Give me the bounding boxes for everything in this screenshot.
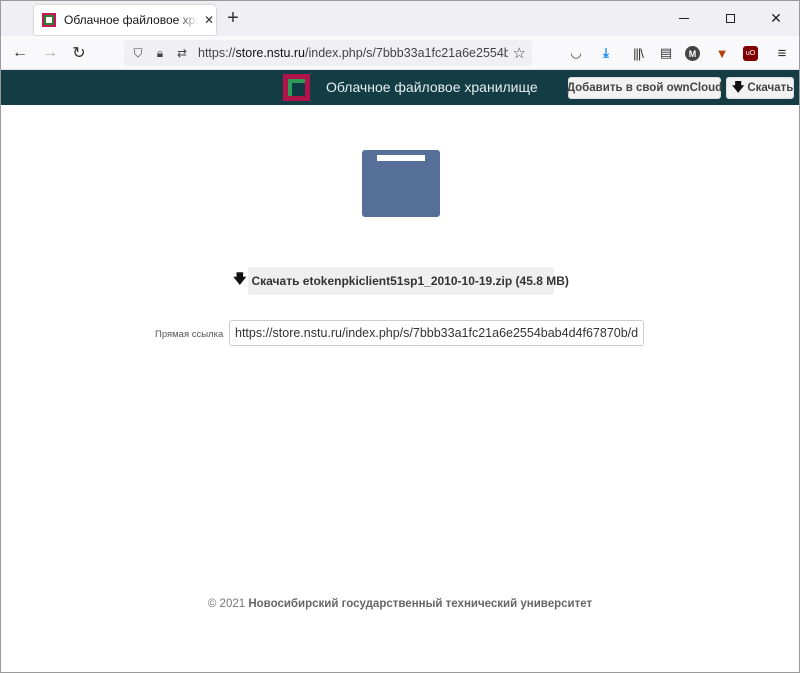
minimize-button[interactable] (661, 1, 707, 36)
url-scheme: https:// (198, 46, 236, 60)
pocket-icon[interactable]: ◡ (567, 44, 585, 62)
direct-link-label: Прямая ссылка (155, 329, 224, 340)
footer-org-link[interactable]: Новосибирский государственный технически… (248, 598, 592, 610)
menu-icon[interactable]: ≡ (773, 44, 791, 62)
folder-icon (362, 150, 440, 217)
forward-icon[interactable]: → (39, 42, 61, 64)
folder-slot (377, 155, 425, 161)
download-icon[interactable]: ⤓ (597, 44, 615, 62)
browser-window: Облачное файловое хранилище ✕ + ✕ ← → ↻ … (0, 0, 800, 673)
download-file-button[interactable]: 🡇 Скачать etokenpkiclient51sp1_2010-10-1… (233, 267, 569, 295)
site-title: Облачное файловое хранилище (326, 79, 538, 95)
add-to-owncloud-button[interactable]: Добавить в свой ownCloud (567, 77, 722, 99)
reader-icon[interactable]: ▤ (657, 44, 675, 62)
main-content: 🡇 Скачать etokenpkiclient51sp1_2010-10-1… (1, 105, 799, 672)
folder-body (362, 160, 440, 217)
url-path: /index.php/s/7bbb33a1fc21a6e2554bab4d (305, 46, 508, 60)
url-bar[interactable]: ⛉ 🔒︎ ⇄ https://store.nstu.ru/index.php/s… (124, 40, 532, 66)
maximize-icon (725, 14, 735, 23)
close-window-button[interactable]: ✕ (753, 1, 799, 36)
url-text[interactable]: https://store.nstu.ru/index.php/s/7bbb33… (198, 46, 508, 60)
library-icon[interactable]: |||\ (629, 44, 647, 62)
ublock-icon[interactable]: uO (743, 46, 758, 61)
tab-active[interactable]: Облачное файловое хранилище ✕ (34, 5, 216, 35)
site-favicon-icon (42, 13, 56, 27)
v-extension-icon[interactable]: ▼ (713, 44, 731, 62)
site-header: Облачное файловое хранилище Добавить в с… (1, 70, 799, 105)
tab-close-icon[interactable]: ✕ (202, 13, 216, 27)
permissions-icon[interactable]: ⇄ (174, 46, 190, 60)
m-extension-icon[interactable]: M (685, 46, 700, 61)
download-file-label: Скачать etokenpkiclient51sp1_2010-10-19.… (251, 274, 569, 288)
download-arrow-icon: 🡇 (732, 79, 745, 94)
footer-copyright: © 2021 (207, 598, 249, 610)
reload-icon[interactable]: ↻ (68, 42, 90, 64)
tab-title: Облачное файловое хранилище (64, 13, 198, 27)
back-icon[interactable]: ← (9, 42, 31, 64)
direct-link-input[interactable] (229, 320, 644, 346)
tab-strip: Облачное файловое хранилище ✕ + ✕ (1, 1, 799, 36)
download-arrow-icon: 🡇 (233, 271, 247, 286)
navigation-toolbar: ← → ↻ ⛉ 🔒︎ ⇄ https://store.nstu.ru/index… (1, 36, 799, 70)
header-download-button[interactable]: 🡇 Скачать (726, 77, 794, 99)
new-tab-icon[interactable]: + (223, 8, 243, 28)
nstu-logo[interactable] (283, 74, 310, 101)
url-host: store.nstu.ru (235, 46, 306, 60)
lock-icon[interactable]: 🔒︎ (152, 46, 168, 61)
footer: © 2021 Новосибирский государственный тех… (1, 598, 799, 610)
maximize-button[interactable] (707, 1, 753, 36)
minimize-icon (679, 18, 689, 19)
shield-icon[interactable]: ⛉ (130, 46, 146, 61)
star-icon[interactable]: ☆ (513, 44, 526, 62)
header-download-label: Скачать (747, 82, 794, 94)
